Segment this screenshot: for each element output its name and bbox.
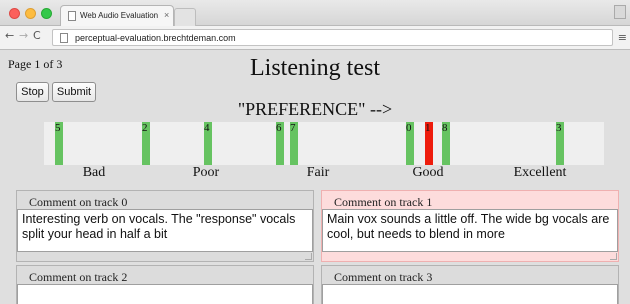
new-tab-button[interactable]: [174, 8, 196, 26]
rating-marker-track-5[interactable]: 5: [55, 122, 63, 165]
rating-marker-label: 6: [276, 122, 282, 134]
resize-grip-icon[interactable]: [610, 253, 617, 260]
rating-marker-track-4[interactable]: 4: [204, 122, 212, 165]
rating-marker-label: 4: [204, 122, 210, 134]
comment-box-track-0: Comment on track 0 Interesting verb on v…: [16, 190, 314, 262]
rating-marker-track-7[interactable]: 7: [290, 122, 298, 165]
comment-title: Comment on track 1: [334, 195, 433, 209]
rating-marker-label: 8: [442, 122, 448, 134]
comment-textarea[interactable]: Interesting verb on vocals. The "respons…: [17, 209, 313, 252]
comment-textarea[interactable]: [322, 284, 618, 304]
maximize-window-icon[interactable]: [41, 8, 52, 19]
page-icon: [60, 33, 68, 43]
rating-marker-track-3[interactable]: 3: [556, 122, 564, 165]
comment-title: Comment on track 0: [29, 195, 128, 209]
browser-titlebar: Web Audio Evaluation T ×: [0, 0, 630, 26]
comment-title: Comment on track 2: [29, 270, 128, 284]
rating-marker-label: 2: [142, 122, 148, 134]
comment-box-track-2: Comment on track 2: [16, 265, 314, 304]
rating-marker-label: 0: [406, 122, 412, 134]
rating-marker-track-2[interactable]: 2: [142, 122, 150, 165]
rating-marker-track-8[interactable]: 8: [442, 122, 450, 165]
address-bar[interactable]: perceptual-evaluation.brechtdeman.com: [52, 29, 613, 46]
browser-tab[interactable]: Web Audio Evaluation T ×: [60, 5, 174, 26]
rating-marker-track-1[interactable]: 1: [425, 122, 433, 165]
reload-icon[interactable]: C: [33, 29, 41, 42]
rating-marker-track-0[interactable]: 0: [406, 122, 414, 165]
scale-label-bad: Bad: [82, 165, 106, 180]
scale-label-excellent: Excellent: [513, 165, 567, 180]
page-title: Listening test: [250, 55, 380, 81]
scale-label-poor: Poor: [192, 165, 220, 180]
rating-marker-track-6[interactable]: 6: [276, 122, 284, 165]
tab-title: Web Audio Evaluation T: [80, 11, 160, 20]
comment-textarea[interactable]: [17, 284, 313, 304]
comment-textarea[interactable]: Main vox sounds a little off. The wide b…: [322, 209, 618, 252]
tab-close-icon[interactable]: ×: [164, 10, 169, 20]
page-icon: [68, 11, 76, 21]
rating-marker-label: 5: [55, 122, 61, 134]
browser-toolbar: ← → C perceptual-evaluation.brechtdeman.…: [0, 26, 630, 50]
forward-arrow-icon[interactable]: →: [19, 29, 28, 42]
comment-box-track-3: Comment on track 3: [321, 265, 619, 304]
rating-marker-label: 3: [556, 122, 562, 134]
menu-icon[interactable]: ≡: [618, 31, 627, 44]
comment-box-track-1: Comment on track 1 Main vox sounds a lit…: [321, 190, 619, 262]
resize-grip-icon[interactable]: [305, 253, 312, 260]
back-arrow-icon[interactable]: ←: [5, 29, 14, 42]
axis-title: "PREFERENCE" -->: [237, 99, 393, 119]
scale-label-fair: Fair: [306, 165, 330, 180]
user-profile-icon[interactable]: [614, 5, 626, 19]
rating-marker-label: 7: [290, 122, 296, 134]
rating-slider-area[interactable]: 5 2 4 67 0 18 3: [44, 122, 604, 165]
url-text: perceptual-evaluation.brechtdeman.com: [75, 33, 236, 43]
comment-title: Comment on track 3: [334, 270, 433, 284]
rating-marker-label: 1: [425, 122, 431, 134]
scale-label-good: Good: [412, 165, 444, 180]
minimize-window-icon[interactable]: [25, 8, 36, 19]
close-window-icon[interactable]: [9, 8, 20, 19]
